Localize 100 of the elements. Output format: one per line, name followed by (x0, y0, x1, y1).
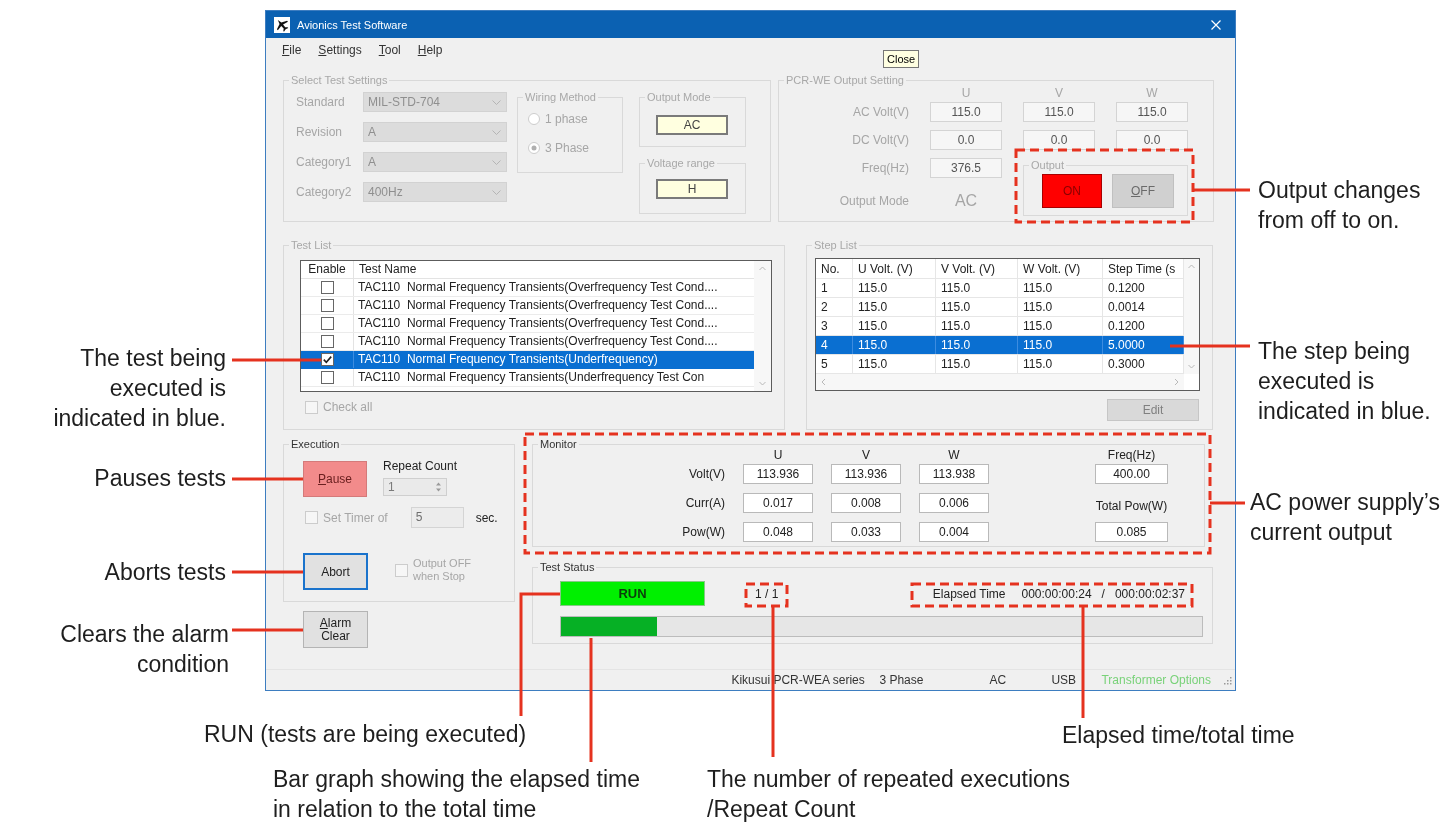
status-text: USB (1051, 673, 1078, 687)
alarm-clear-button[interactable]: Alarm Clear (303, 611, 368, 648)
time-separator: / (1101, 586, 1105, 601)
readout-field: 0.085 (1095, 522, 1168, 542)
group-title: Wiring Method (524, 90, 597, 104)
table-cell: 115.0 (853, 317, 936, 335)
table-cell: 115.0 (1018, 336, 1103, 354)
group-title: Voltage range (646, 156, 716, 170)
table-cell-text: TAC110 Normal Frequency Transients(Overfrequency Test Cond.... (357, 279, 719, 296)
annotation-text: AC power supply’s current output (1250, 488, 1441, 547)
chevron-down-icon (492, 99, 501, 105)
field-label: Total Pow(W) (1095, 499, 1168, 513)
chevron-down-icon (492, 159, 501, 165)
table-cell: 115.0 (936, 336, 1018, 354)
field-label: Curr(A) (685, 496, 725, 510)
table-cell: 5 (816, 355, 853, 373)
chevron-down-icon (492, 189, 501, 195)
field-label: Output Mode (839, 194, 909, 208)
readout-field: 0.004 (919, 522, 989, 542)
annotation-text: Clears the alarm condition (60, 620, 229, 679)
repeat-counter: 1 / 1 (755, 586, 779, 601)
annotation-text: The number of repeated executions /Repeat Count (707, 765, 1071, 824)
readout-field: 0.006 (919, 493, 989, 513)
table-cell: 4 (816, 336, 853, 354)
field-label: Freq(Hz) (1107, 448, 1156, 462)
group-title: Output (1030, 158, 1066, 172)
callout-line (232, 570, 303, 574)
column-header: U (961, 86, 971, 100)
annotation-text: RUN (tests are being executed) (204, 720, 527, 749)
menu-item[interactable]: Help (417, 43, 443, 57)
close-icon (1211, 19, 1221, 30)
field-label: Standard (296, 95, 346, 109)
readout-field: 0.033 (831, 522, 901, 542)
airplane-icon (274, 16, 290, 33)
readout-field: 400.00 (1095, 464, 1168, 484)
field-label: Category1 (296, 155, 353, 169)
menu-item[interactable]: Tool (378, 43, 401, 57)
annotation-text: Bar graph showing the elapsed time in relation to the total time (273, 765, 640, 824)
table-cell: 115.0 (853, 298, 936, 316)
field-label: Category2 (296, 185, 353, 199)
output-mode-value: AC (954, 194, 978, 208)
pause-button[interactable]: Pause (303, 461, 367, 497)
checkbox-label: Set Timer of (323, 510, 388, 525)
value-display: H (656, 179, 728, 199)
horizontal-scrollbar[interactable] (816, 374, 1184, 390)
group-title: Select Test Settings (290, 73, 389, 87)
table-cell: 115.0 (936, 298, 1018, 316)
column-header: U (773, 448, 783, 462)
table-cell-text: TAC110 Normal Frequency Transients(Overfrequency Test Cond.... (357, 333, 719, 350)
readout-field: 0.048 (743, 522, 813, 542)
readout-field: 113.936 (743, 464, 813, 484)
annotation-text: Aborts tests (104, 558, 226, 587)
table-cell: 115.0 (1018, 317, 1103, 335)
radio-label: 1 phase (545, 112, 588, 126)
unit-label: sec. (475, 510, 498, 525)
field-label: Volt(V) (689, 467, 725, 481)
table-cell: 115.0 (936, 317, 1018, 335)
checkbox-label: Check all (323, 400, 373, 414)
column-header: V (862, 448, 870, 462)
table-cell: 115.0 (1018, 355, 1103, 373)
field-label: AC Volt(V) (853, 105, 909, 119)
vertical-scrollbar[interactable] (754, 261, 771, 391)
status-text: Kikusui PCR-WEA series (731, 673, 866, 687)
status-text: AC (989, 673, 1008, 687)
annotation-text: The step being executed is indicated in blue. (1258, 337, 1431, 426)
group-title: Test Status (539, 560, 596, 574)
annotation-text: The test being executed is indicated in blue. (53, 344, 226, 433)
vertical-scrollbar[interactable] (1184, 259, 1199, 374)
column-header: W (1146, 86, 1158, 100)
table-cell: 2 (816, 298, 853, 316)
callout-line (1210, 501, 1245, 505)
table-cell: 1 (816, 279, 853, 297)
table-cell: 115.0 (936, 279, 1018, 297)
checkbox-label: Output OFF when Stop (413, 557, 473, 583)
menu-item[interactable]: File (282, 43, 302, 57)
abort-button[interactable]: Abort (303, 553, 368, 590)
tooltip: Close (883, 50, 920, 68)
menu-item[interactable]: Settings (318, 43, 362, 57)
dashed-frame (744, 582, 789, 608)
table-cell-text: TAC110 Normal Frequency Transients(Underfrequency) (357, 351, 659, 368)
spin-arrows-icon (435, 481, 442, 493)
callout-line (232, 477, 303, 481)
readout-field: 113.936 (831, 464, 901, 484)
value-display: AC (656, 115, 728, 135)
readout-field: 0.008 (831, 493, 901, 513)
group-title: Test List (290, 238, 333, 252)
status-text: 3 Phase (879, 673, 925, 687)
group-title: Step List (813, 238, 858, 252)
annotation-text: Pauses tests (94, 464, 226, 493)
readout-field: 0.017 (743, 493, 813, 513)
elapsed-time: 000:00:00:24 (1021, 586, 1092, 601)
field-label: Freq(Hz) (861, 161, 909, 175)
group-title: Monitor (539, 437, 578, 451)
annotation-text: Elapsed time/total time (1062, 721, 1295, 750)
resize-grip-icon[interactable] (1223, 675, 1232, 685)
callout-line (1193, 188, 1250, 192)
table-cell: 115.0 (936, 355, 1018, 373)
total-time: 000:00:02:37 (1114, 586, 1185, 601)
field-label: Repeat Count (383, 459, 458, 473)
field-label: Revision (296, 125, 344, 139)
